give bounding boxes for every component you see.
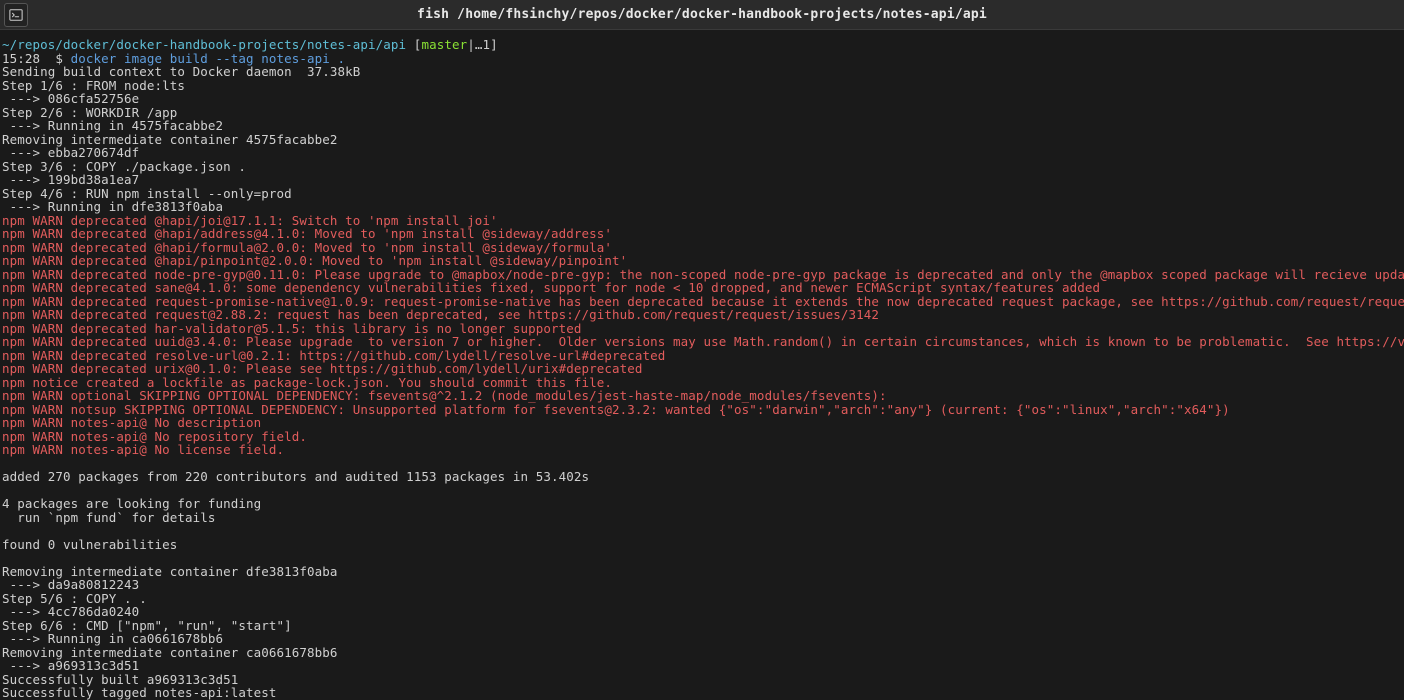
output-line — [2, 484, 1402, 498]
window-titlebar: fish /home/fhsinchy/repos/docker/docker-… — [0, 0, 1404, 30]
output-line — [2, 457, 1402, 471]
output-line: npm WARN deprecated @hapi/address@4.1.0:… — [2, 227, 1402, 241]
terminal-icon — [9, 8, 23, 22]
prompt-line-1: ~/repos/docker/docker-handbook-projects/… — [2, 38, 1402, 52]
output-line: ---> Running in 4575facabbe2 — [2, 119, 1402, 133]
prompt-line-2: 15:28 $ docker image build --tag notes-a… — [2, 52, 1402, 66]
app-icon[interactable] — [4, 3, 28, 27]
terminal-output[interactable]: ~/repos/docker/docker-handbook-projects/… — [0, 30, 1404, 700]
output-line: npm WARN deprecated sane@4.1.0: some dep… — [2, 281, 1402, 295]
output-line: ---> Running in dfe3813f0aba — [2, 200, 1402, 214]
output-line: Step 5/6 : COPY . . — [2, 592, 1402, 606]
output-line: Step 3/6 : COPY ./package.json . — [2, 160, 1402, 174]
output-line: npm WARN notes-api@ No description — [2, 416, 1402, 430]
window-title: fish /home/fhsinchy/repos/docker/docker-… — [417, 7, 987, 22]
output-line: added 270 packages from 220 contributors… — [2, 470, 1402, 484]
output-line — [2, 524, 1402, 538]
output-line: npm WARN deprecated @hapi/formula@2.0.0:… — [2, 241, 1402, 255]
output-line: Sending build context to Docker daemon 3… — [2, 65, 1402, 79]
output-line: npm WARN deprecated request@2.88.2: requ… — [2, 308, 1402, 322]
output-line: Removing intermediate container dfe3813f… — [2, 565, 1402, 579]
output-line: ---> 086cfa52756e — [2, 92, 1402, 106]
output-line: ---> da9a80812243 — [2, 578, 1402, 592]
output-line: npm notice created a lockfile as package… — [2, 376, 1402, 390]
output-line: ---> ebba270674df — [2, 146, 1402, 160]
output-line: npm WARN deprecated urix@0.1.0: Please s… — [2, 362, 1402, 376]
output-line: ---> 4cc786da0240 — [2, 605, 1402, 619]
output-line: Step 6/6 : CMD ["npm", "run", "start"] — [2, 619, 1402, 633]
output-line: npm WARN notsup SKIPPING OPTIONAL DEPEND… — [2, 403, 1402, 417]
output-line: Step 4/6 : RUN npm install --only=prod — [2, 187, 1402, 201]
output-line: 4 packages are looking for funding — [2, 497, 1402, 511]
output-line: npm WARN deprecated request-promise-nati… — [2, 295, 1402, 309]
output-line: run `npm fund` for details — [2, 511, 1402, 525]
output-line: npm WARN deprecated @hapi/pinpoint@2.0.0… — [2, 254, 1402, 268]
output-line: Successfully built a969313c3d51 — [2, 673, 1402, 687]
output-line: npm WARN deprecated @hapi/joi@17.1.1: Sw… — [2, 214, 1402, 228]
output-line: npm WARN optional SKIPPING OPTIONAL DEPE… — [2, 389, 1402, 403]
output-line: npm WARN deprecated node-pre-gyp@0.11.0:… — [2, 268, 1402, 282]
output-line: ---> Running in ca0661678bb6 — [2, 632, 1402, 646]
output-line: npm WARN notes-api@ No license field. — [2, 443, 1402, 457]
output-line: Successfully tagged notes-api:latest — [2, 686, 1402, 700]
output-line: Step 2/6 : WORKDIR /app — [2, 106, 1402, 120]
prompt-branch: master — [421, 37, 467, 52]
output-line: Removing intermediate container 4575faca… — [2, 133, 1402, 147]
output-line: ---> a969313c3d51 — [2, 659, 1402, 673]
output-line: ---> 199bd38a1ea7 — [2, 173, 1402, 187]
output-line: found 0 vulnerabilities — [2, 538, 1402, 552]
output-line: npm WARN deprecated resolve-url@0.2.1: h… — [2, 349, 1402, 363]
output-line: Removing intermediate container ca066167… — [2, 646, 1402, 660]
output-line: Step 1/6 : FROM node:lts — [2, 79, 1402, 93]
output-line — [2, 551, 1402, 565]
output-line: npm WARN deprecated uuid@3.4.0: Please u… — [2, 335, 1402, 349]
output-line: npm WARN deprecated har-validator@5.1.5:… — [2, 322, 1402, 336]
output-line: npm WARN notes-api@ No repository field. — [2, 430, 1402, 444]
